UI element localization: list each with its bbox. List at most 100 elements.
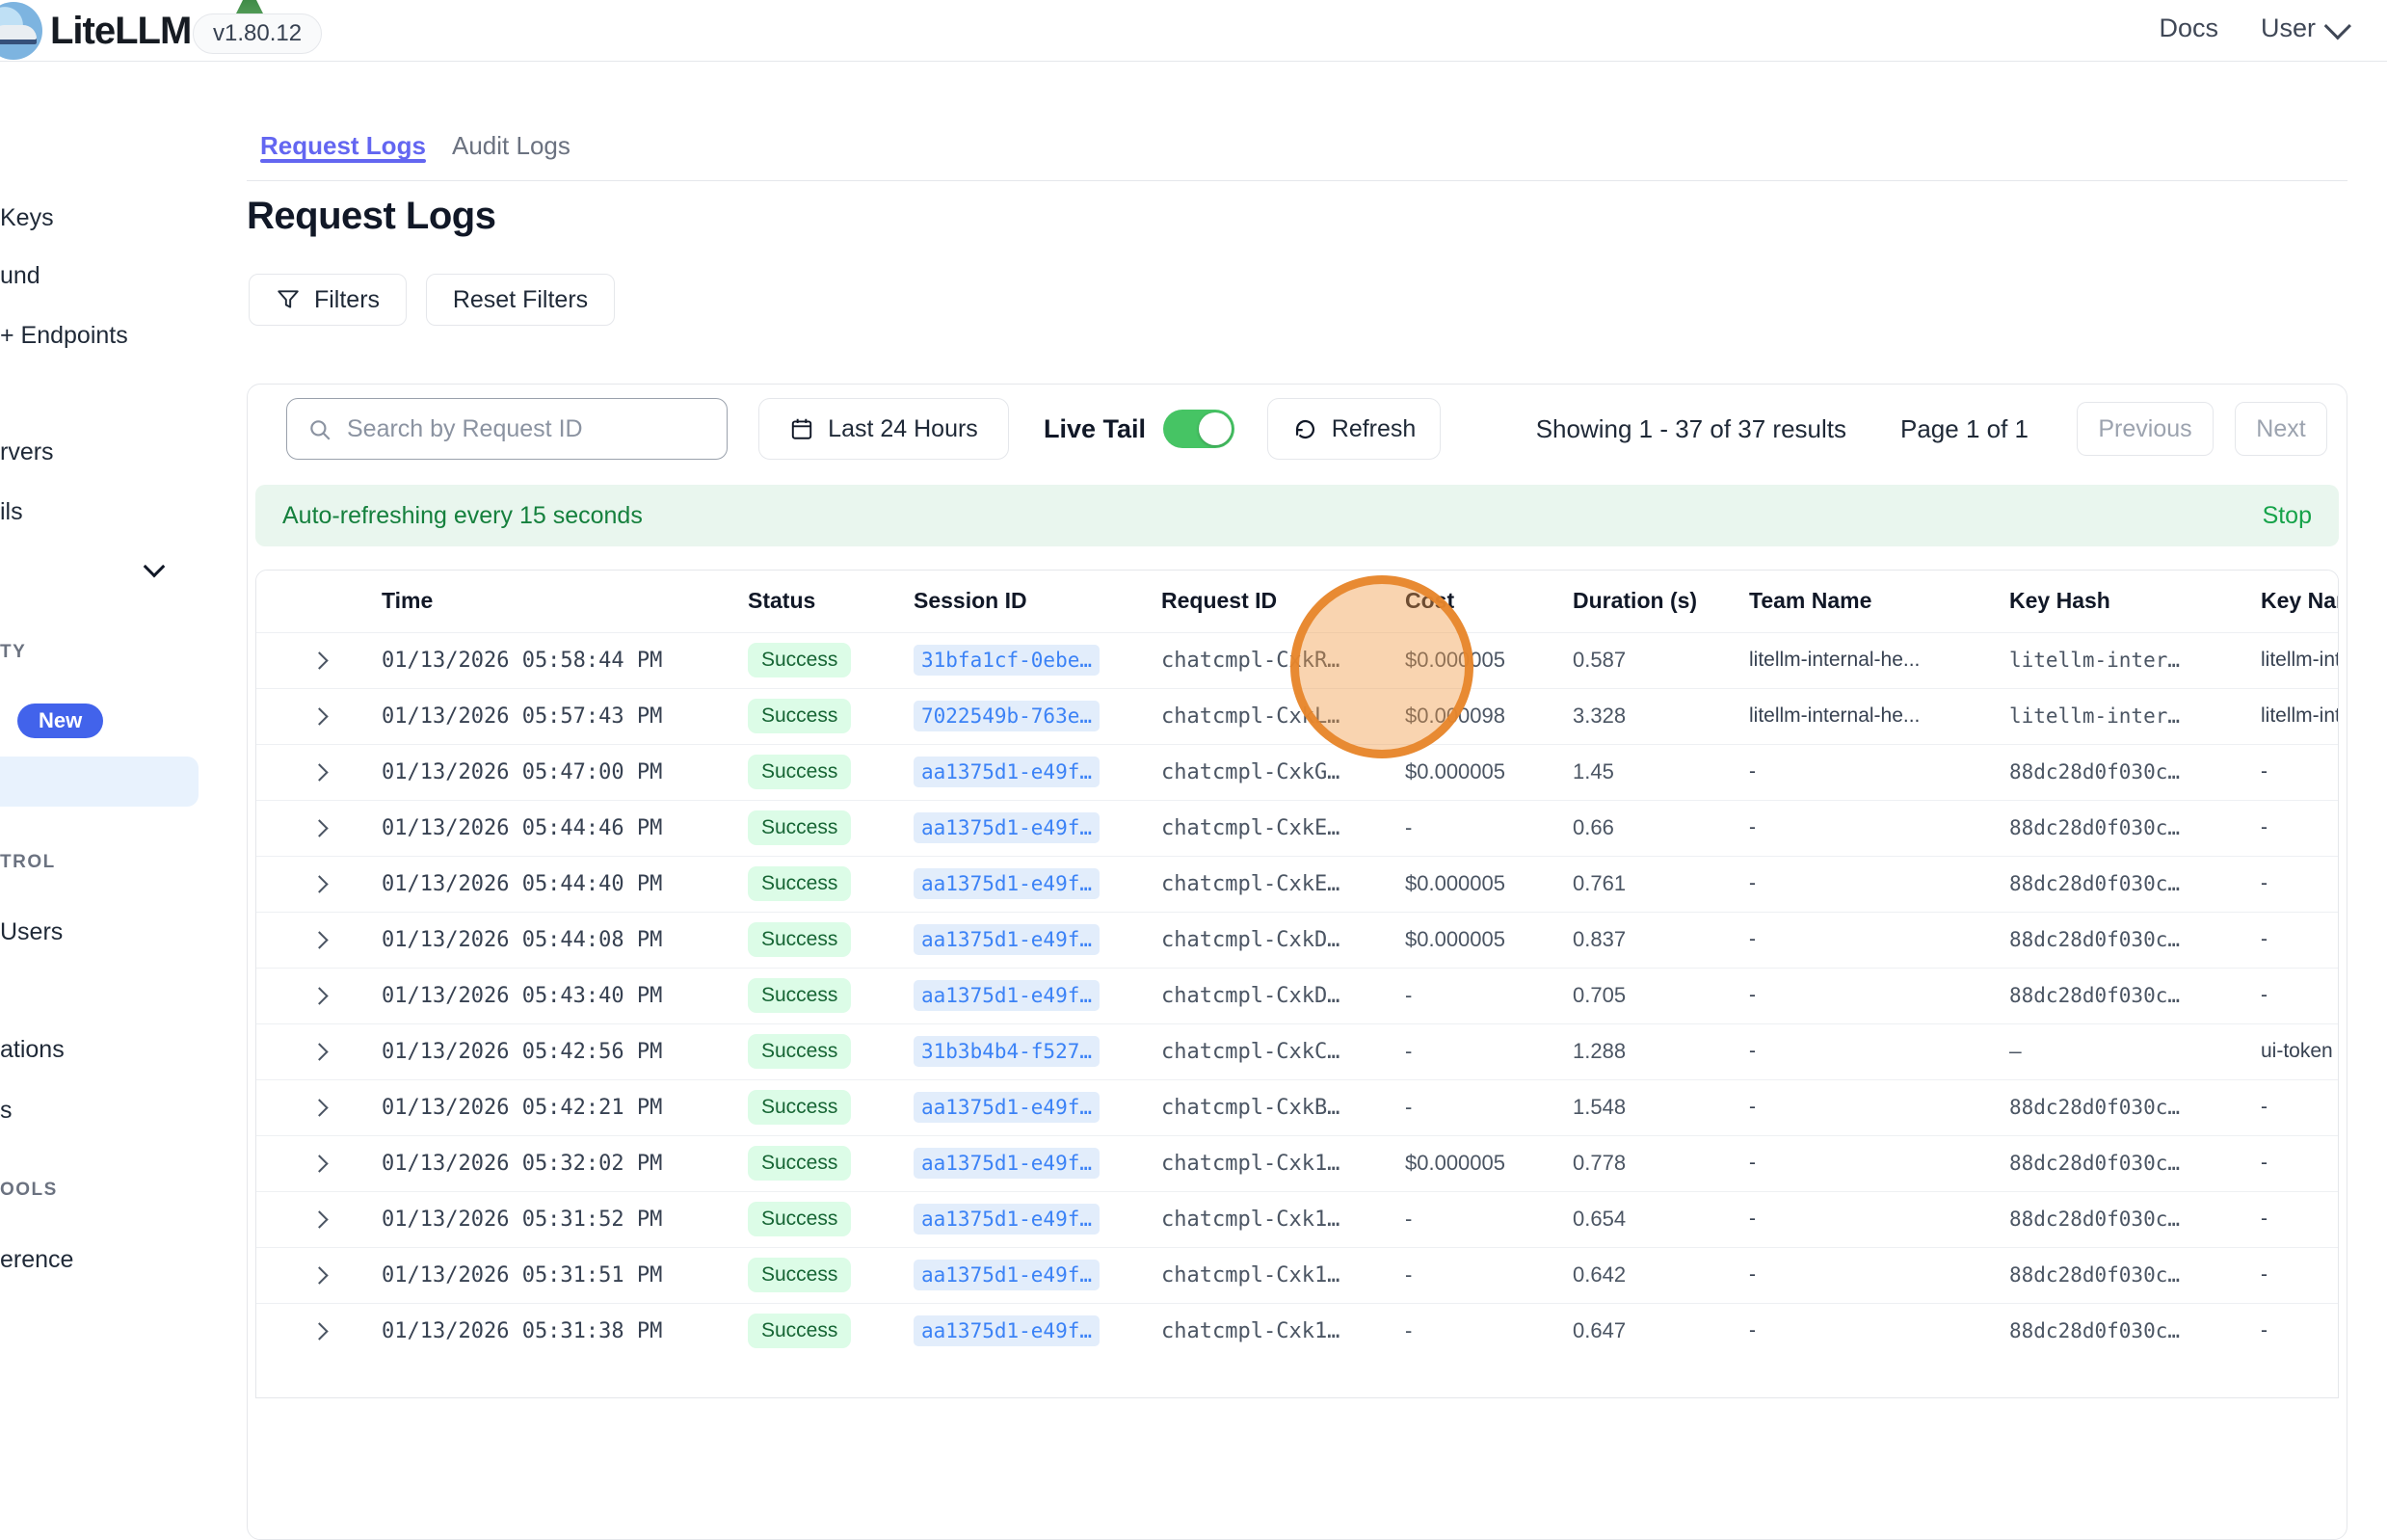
logs-panel: Last 24 Hours Live Tail Refresh Showing …: [247, 384, 2347, 1540]
expand-row-chevron-icon[interactable]: [310, 1043, 328, 1060]
calendar-icon: [789, 416, 814, 441]
expand-row-chevron-icon[interactable]: [310, 987, 328, 1004]
cell-team-name: -: [1749, 1023, 2009, 1079]
live-tail-toggle[interactable]: [1163, 410, 1234, 448]
session-id-link[interactable]: aa1375d1-e49f…: [914, 1092, 1100, 1123]
cell-team-name: -: [1749, 1135, 2009, 1191]
sidebar-item-servers[interactable]: rvers: [0, 437, 54, 467]
page-indicator: Page 1 of 1: [1900, 414, 2029, 444]
session-id-link[interactable]: 7022549b-763e…: [914, 701, 1100, 731]
expand-row-chevron-icon[interactable]: [310, 707, 328, 725]
table-row[interactable]: 01/13/2026 05:58:44 PM Success 31bfa1cf-…: [256, 632, 2338, 688]
filters-button[interactable]: Filters: [249, 274, 407, 326]
cell-key-name: -: [2261, 968, 2338, 1023]
status-badge: Success: [748, 1090, 851, 1125]
cell-key-name: -: [2261, 1135, 2338, 1191]
expand-row-chevron-icon[interactable]: [310, 931, 328, 948]
status-badge: Success: [748, 922, 851, 957]
cell-key-hash: 88dc28d0f030c…: [2009, 1303, 2261, 1359]
sidebar-item-playground[interactable]: und: [0, 260, 40, 291]
session-id-link[interactable]: aa1375d1-e49f…: [914, 812, 1100, 843]
session-id-link[interactable]: aa1375d1-e49f…: [914, 1260, 1100, 1290]
tab-request-logs[interactable]: Request Logs: [260, 131, 426, 161]
cell-key-hash: 88dc28d0f030c…: [2009, 800, 2261, 856]
cell-time: 01/13/2026 05:44:40 PM: [382, 856, 748, 912]
expand-row-chevron-icon[interactable]: [310, 1210, 328, 1228]
docs-link[interactable]: Docs: [2159, 13, 2218, 43]
next-page-button[interactable]: Next: [2235, 402, 2327, 456]
table-row[interactable]: 01/13/2026 05:47:00 PM Success aa1375d1-…: [256, 744, 2338, 800]
table-row[interactable]: 01/13/2026 05:57:43 PM Success 7022549b-…: [256, 688, 2338, 744]
expand-row-chevron-icon[interactable]: [310, 1099, 328, 1116]
session-id-link[interactable]: aa1375d1-e49f…: [914, 980, 1100, 1011]
session-id-link[interactable]: aa1375d1-e49f…: [914, 924, 1100, 955]
table-row[interactable]: 01/13/2026 05:31:38 PM Success aa1375d1-…: [256, 1303, 2338, 1359]
reset-filters-button[interactable]: Reset Filters: [426, 274, 615, 326]
sidebar-collapse-chevron-icon[interactable]: [144, 556, 166, 578]
cell-key-name: -: [2261, 1079, 2338, 1135]
session-id-link[interactable]: 31bfa1cf-0ebe…: [914, 645, 1100, 676]
session-id-link[interactable]: aa1375d1-e49f…: [914, 1148, 1100, 1179]
chevron-down-icon: [2324, 13, 2351, 40]
table-row[interactable]: 01/13/2026 05:44:46 PM Success aa1375d1-…: [256, 800, 2338, 856]
sidebar-item-keys[interactable]: Keys: [0, 202, 54, 233]
sidebar-item-guardrails[interactable]: ils: [0, 496, 23, 527]
search-input[interactable]: [286, 398, 728, 460]
expand-row-chevron-icon[interactable]: [310, 763, 328, 781]
user-menu[interactable]: User: [2261, 13, 2345, 43]
litellm-logo: [0, 2, 42, 60]
tab-audit-logs[interactable]: Audit Logs: [452, 131, 570, 161]
expand-row-chevron-icon[interactable]: [310, 1323, 328, 1341]
results-count: Showing 1 - 37 of 37 results: [1536, 414, 1846, 444]
table-row[interactable]: 01/13/2026 05:31:51 PM Success aa1375d1-…: [256, 1247, 2338, 1303]
previous-page-button[interactable]: Previous: [2077, 402, 2214, 456]
cell-duration: 0.837: [1573, 912, 1749, 968]
table-row[interactable]: 01/13/2026 05:43:40 PM Success aa1375d1-…: [256, 968, 2338, 1023]
cell-time: 01/13/2026 05:32:02 PM: [382, 1135, 748, 1191]
cell-key-hash: litellm-inter…: [2009, 632, 2261, 688]
cell-team-name: -: [1749, 1191, 2009, 1247]
cell-request-id: chatcmpl-CxkE…: [1161, 856, 1405, 912]
sidebar-item-endpoints[interactable]: + Endpoints: [0, 320, 128, 351]
expand-row-chevron-icon[interactable]: [310, 875, 328, 892]
time-range-button[interactable]: Last 24 Hours: [758, 398, 1009, 460]
stop-auto-refresh-link[interactable]: Stop: [2263, 502, 2312, 530]
expand-row-chevron-icon[interactable]: [310, 1155, 328, 1172]
cell-cost: -: [1405, 1079, 1573, 1135]
expand-row-chevron-icon[interactable]: [310, 651, 328, 669]
table-header-row: Time Status Session ID Request ID Cost D…: [256, 571, 2338, 632]
expand-row-chevron-icon[interactable]: [310, 819, 328, 836]
session-id-link[interactable]: 31b3b4b4-f527…: [914, 1036, 1100, 1067]
cell-time: 01/13/2026 05:47:00 PM: [382, 744, 748, 800]
active-tab-underline: [260, 159, 426, 163]
table-row[interactable]: 01/13/2026 05:44:40 PM Success aa1375d1-…: [256, 856, 2338, 912]
session-id-link[interactable]: aa1375d1-e49f…: [914, 1204, 1100, 1235]
sidebar-item-organizations[interactable]: ations: [0, 1034, 65, 1065]
expand-row-chevron-icon[interactable]: [310, 1266, 328, 1284]
status-badge: Success: [748, 866, 851, 901]
sidebar-item-logs-selected[interactable]: [0, 757, 199, 807]
cell-duration: 0.654: [1573, 1191, 1749, 1247]
table-row[interactable]: 01/13/2026 05:31:52 PM Success aa1375d1-…: [256, 1191, 2338, 1247]
cell-duration: 0.705: [1573, 968, 1749, 1023]
column-header-key-hash: Key Hash: [2009, 571, 2261, 632]
table-row[interactable]: 01/13/2026 05:32:02 PM Success aa1375d1-…: [256, 1135, 2338, 1191]
session-id-link[interactable]: aa1375d1-e49f…: [914, 868, 1100, 899]
table-row[interactable]: 01/13/2026 05:42:21 PM Success aa1375d1-…: [256, 1079, 2338, 1135]
session-id-link[interactable]: aa1375d1-e49f…: [914, 1315, 1100, 1346]
refresh-button[interactable]: Refresh: [1267, 398, 1441, 460]
cell-duration: 0.778: [1573, 1135, 1749, 1191]
column-header-request-id: Request ID: [1161, 571, 1405, 632]
cell-cost: -: [1405, 1023, 1573, 1079]
table-row[interactable]: 01/13/2026 05:44:08 PM Success aa1375d1-…: [256, 912, 2338, 968]
session-id-link[interactable]: aa1375d1-e49f…: [914, 757, 1100, 787]
table-row[interactable]: 01/13/2026 05:42:56 PM Success 31b3b4b4-…: [256, 1023, 2338, 1079]
cell-key-hash: –: [2009, 1023, 2261, 1079]
status-badge: Success: [748, 1258, 851, 1292]
cell-request-id: chatcmpl-CxkD…: [1161, 968, 1405, 1023]
search-icon: [307, 417, 332, 442]
cell-request-id: chatcmpl-CxkR…: [1161, 632, 1405, 688]
sidebar-item-teams[interactable]: s: [0, 1095, 13, 1126]
sidebar-item-reference[interactable]: erence: [0, 1244, 73, 1275]
sidebar-item-users[interactable]: Users: [0, 916, 63, 947]
